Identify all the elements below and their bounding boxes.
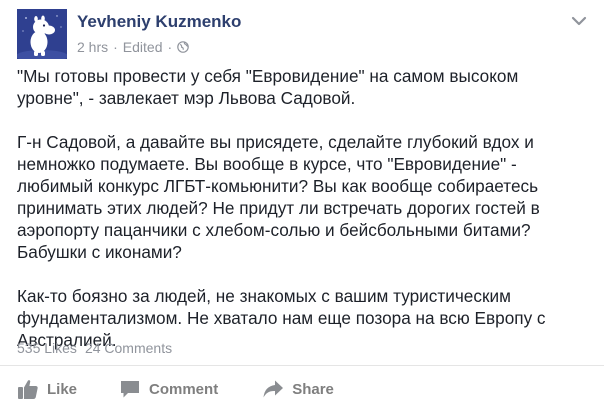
divider [0,365,604,366]
post-meta: 2 hrs · Edited · [77,39,189,55]
facebook-post: Yevheniy Kuzmenko 2 hrs · Edited · "Мы г… [0,0,604,410]
action-bar: Like Comment Share [17,372,334,406]
comment-button[interactable]: Comment [119,379,218,399]
share-arrow-icon [263,380,284,398]
comments-count[interactable]: 24 Comments [85,340,172,356]
comment-label: Comment [149,380,219,398]
engagement-counts: 535 Likes 24 Comments [17,340,172,356]
chevron-down-icon[interactable] [570,14,588,28]
post-paragraph: "Мы готовы провести у себя "Евровидение"… [17,66,519,108]
post-paragraph: Г-н Садовой, а давайте вы присядете, сде… [17,132,540,262]
like-label: Like [47,380,78,398]
post-body: "Мы готовы провести у себя "Евровидение"… [17,65,587,373]
thumbs-up-icon [18,380,38,399]
likes-count[interactable]: 535 Likes [17,340,77,356]
meta-separator: · [167,39,173,55]
edited-label[interactable]: Edited [123,39,163,55]
avatar[interactable] [17,9,67,59]
share-label: Share [292,380,334,398]
post-timestamp[interactable]: 2 hrs [77,39,108,55]
meta-separator: · [113,39,118,55]
author-name[interactable]: Yevheniy Kuzmenko [77,12,241,32]
share-button[interactable]: Share [262,379,334,399]
speech-bubble-icon [121,381,140,398]
like-button[interactable]: Like [17,378,77,400]
globe-icon[interactable] [177,41,189,53]
moomin-avatar-icon [17,9,67,59]
